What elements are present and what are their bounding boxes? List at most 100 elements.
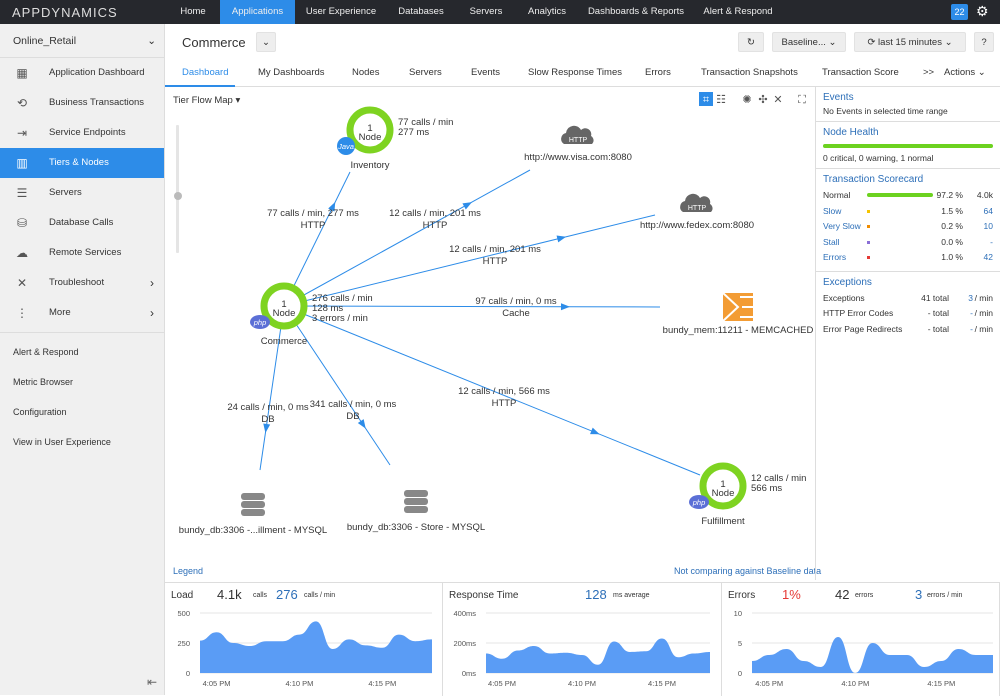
nav-analytics[interactable]: Analytics xyxy=(517,0,577,24)
nav-databases[interactable]: Databases xyxy=(387,0,455,24)
events-section: Events No Events in selected time range xyxy=(816,87,1000,122)
nav-home[interactable]: Home xyxy=(165,0,221,24)
backend-name: http://www.fedex.com:8080 xyxy=(640,220,754,231)
refresh-button[interactable]: ↻ xyxy=(738,32,764,52)
exception-total: - total xyxy=(928,324,949,334)
scorecard-count[interactable]: 64 xyxy=(984,206,993,216)
scorecard-label[interactable]: Very Slow xyxy=(823,221,861,231)
edge-arrow-icon xyxy=(561,303,570,310)
actions-menu[interactable]: Actions ⌄ xyxy=(944,67,986,78)
scorecard-label[interactable]: Stall xyxy=(823,237,840,247)
backend-name: bundy_db:3306 - Store - MYSQL xyxy=(347,522,485,533)
application-selector[interactable]: Online_Retail⌄ xyxy=(0,24,164,58)
nav-applications[interactable]: Applications xyxy=(220,0,295,24)
fullscreen-icon[interactable]: ⛶ xyxy=(798,94,806,106)
zoom-slider-track[interactable] xyxy=(176,125,179,253)
nav-servers[interactable]: Servers xyxy=(455,0,517,24)
nav-user-experience[interactable]: User Experience xyxy=(295,0,387,24)
tab-servers[interactable]: Servers xyxy=(409,67,442,78)
flow-view-icon[interactable]: ⌗ xyxy=(703,94,709,106)
help-button[interactable]: ? xyxy=(974,32,994,52)
scorecard-count[interactable]: - xyxy=(990,237,993,247)
flow-edge[interactable] xyxy=(284,170,530,306)
scorecard-pct: 1.5 % xyxy=(941,206,963,216)
sidebar-item-service-endpoints[interactable]: ⇥Service Endpoints xyxy=(0,118,164,148)
backend-node[interactable]: bundy_db:3306 -...illment - MYSQL xyxy=(179,493,327,536)
endpoint-icon: ⇥ xyxy=(14,118,30,148)
tab-dashboard[interactable]: Dashboard xyxy=(182,67,228,78)
area-series xyxy=(486,639,710,674)
tab-nodes[interactable]: Nodes xyxy=(352,67,379,78)
notification-badge[interactable]: 22 xyxy=(951,4,968,20)
edge-label: 77 calls / min, 277 ms xyxy=(267,208,359,219)
tab-slow-response-times[interactable]: Slow Response Times xyxy=(528,67,622,78)
sidebar-item-servers[interactable]: ☰Servers xyxy=(0,178,164,208)
db-disk xyxy=(241,493,265,500)
edge-label: 12 calls / min, 201 ms xyxy=(389,208,481,219)
scorecard-label[interactable]: Errors xyxy=(823,252,846,262)
backend-node[interactable]: HTTPhttp://www.visa.com:8080 xyxy=(524,126,632,163)
baseline-dropdown[interactable]: Baseline... ⌄ xyxy=(772,32,846,52)
sidebar-item-more[interactable]: ⋮More› xyxy=(0,298,164,328)
nav-alert-respond[interactable]: Alert & Respond xyxy=(695,0,781,24)
sidebar-item-label: Tiers & Nodes xyxy=(49,157,109,168)
collapse-sidebar-icon[interactable]: ⇤ xyxy=(147,675,157,689)
gear-icon[interactable]: ⚙ xyxy=(976,3,989,20)
sidebar-item-remote-services[interactable]: ☁Remote Services xyxy=(0,238,164,268)
backend-node[interactable]: bundy_mem:11211 - MEMCACHED xyxy=(663,293,814,336)
tier-name: Commerce xyxy=(261,336,307,347)
sidebar-item-tiers-nodes[interactable]: ▥Tiers & Nodes xyxy=(0,148,164,178)
edge-protocol: HTTP xyxy=(483,256,508,267)
scorecard-count[interactable]: 10 xyxy=(984,221,993,231)
title-dropdown-button[interactable]: ⌄ xyxy=(256,32,276,52)
transactions-icon: ⟲ xyxy=(14,88,30,118)
normal-bar xyxy=(867,193,933,197)
zoom-slider-handle[interactable] xyxy=(174,192,182,200)
layout-spread-icon[interactable]: ✣ xyxy=(758,94,767,106)
list-view-icon[interactable]: ☷ xyxy=(716,94,726,106)
tab-transaction-score[interactable]: Transaction Score xyxy=(822,67,899,78)
node-health-title[interactable]: Node Health xyxy=(823,127,993,138)
exception-unit: / min xyxy=(975,293,993,303)
tab-my-dashboards[interactable]: My Dashboards xyxy=(258,67,325,78)
sidebar-item-business-transactions[interactable]: ⟲Business Transactions xyxy=(0,88,164,118)
flow-edge[interactable] xyxy=(260,306,284,470)
sidebar-link-alert-respond[interactable]: Alert & Respond xyxy=(0,337,164,367)
sidebar-link-view-in-user-experience[interactable]: View in User Experience xyxy=(0,427,164,457)
scorecard-label[interactable]: Slow xyxy=(823,206,841,216)
tier-node-inventory[interactable]: 1NodeJavaInventory77 calls / min277 ms xyxy=(337,110,453,171)
backend-node[interactable]: bundy_db:3306 - Store - MYSQL xyxy=(347,490,485,533)
exception-rate[interactable]: - xyxy=(970,324,973,334)
tier-node-commerce[interactable]: 1NodephpCommerce276 calls / min128 ms3 e… xyxy=(250,286,373,347)
scorecard-title[interactable]: Transaction Scorecard xyxy=(823,174,993,185)
exceptions-title[interactable]: Exceptions xyxy=(823,277,993,288)
layout-circle-icon[interactable]: ✺ xyxy=(742,94,751,106)
legend-link[interactable]: Legend xyxy=(173,566,203,576)
exception-rate[interactable]: - xyxy=(970,308,973,318)
tier-node-fulfillment[interactable]: 1NodephpFulfillment12 calls / min566 ms xyxy=(689,466,806,527)
flow-map-canvas[interactable]: ⌗ ☷ ✺ ✣ ✕ ⛶ 77 calls / min, 277 ms HTTP 12 calls… xyxy=(165,87,815,580)
events-title[interactable]: Events xyxy=(823,92,993,103)
more-tabs-button[interactable]: >> xyxy=(923,67,934,78)
tab-errors[interactable]: Errors xyxy=(645,67,671,78)
sidebar-link-metric-browser[interactable]: Metric Browser xyxy=(0,367,164,397)
nav-dashboards-reports[interactable]: Dashboards & Reports xyxy=(577,0,695,24)
sidebar-item-troubleshoot[interactable]: ✕Troubleshoot› xyxy=(0,268,164,298)
backend-node[interactable]: HTTPhttp://www.fedex.com:8080 xyxy=(640,194,754,231)
backend-name: bundy_mem:11211 - MEMCACHED xyxy=(663,325,814,336)
layout-collapse-icon[interactable]: ✕ xyxy=(773,94,782,106)
time-range-dropdown[interactable]: ⟳ last 15 minutes ⌄ xyxy=(854,32,966,52)
baseline-note-link[interactable]: Not comparing against Baseline data xyxy=(674,566,821,576)
flow-map[interactable]: ⌗ ☷ ✺ ✣ ✕ ⛶ 77 calls / min, 277 ms HTTP 12 calls… xyxy=(165,87,815,580)
sidebar-item-label: Servers xyxy=(49,187,82,198)
sidebar-link-configuration[interactable]: Configuration xyxy=(0,397,164,427)
tab-events[interactable]: Events xyxy=(471,67,500,78)
sidebar-item-database-calls[interactable]: ⛁Database Calls xyxy=(0,208,164,238)
flow-edge[interactable] xyxy=(284,306,390,465)
scorecard-count[interactable]: 42 xyxy=(984,252,993,262)
tab-transaction-snapshots[interactable]: Transaction Snapshots xyxy=(701,67,798,78)
dashboard-icon: ▦ xyxy=(14,58,30,88)
exception-rate[interactable]: 3 xyxy=(968,293,973,303)
map-view-selector[interactable]: Tier Flow Map ▾ xyxy=(173,95,240,106)
sidebar-item-application-dashboard[interactable]: ▦Application Dashboard xyxy=(0,58,164,88)
